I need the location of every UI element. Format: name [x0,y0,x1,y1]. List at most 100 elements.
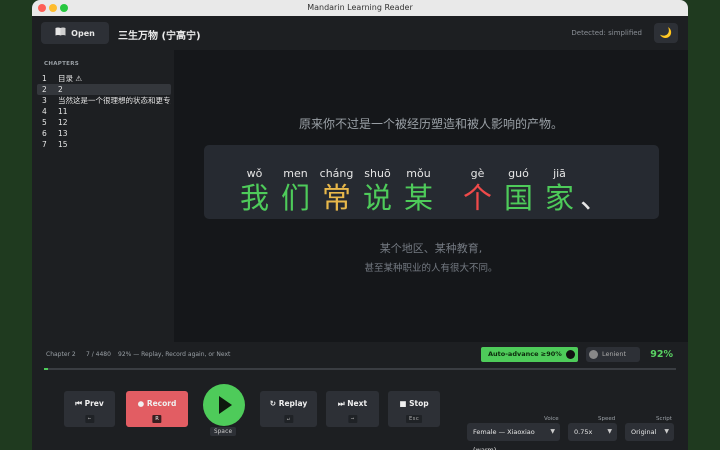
chapters-heading: CHAPTERS [44,61,80,67]
pinyin: mǒu [406,167,431,180]
lenient-knob [589,350,598,359]
next-shortcut: → [347,415,358,423]
record-button[interactable]: ● Record R [126,391,188,427]
status-chapter: Chapter 2 [46,351,76,358]
open-button-label: Open [71,28,95,38]
hanzi: 常 [321,181,351,215]
context-after-1: 某个地区、某种教育, [379,242,483,255]
chapter-number: 4 [42,107,47,116]
chapter-title: 当然这是一个很理想的状态和更专业 [58,96,171,105]
pinyin: cháng [319,167,354,180]
stop-shortcut: Esc [406,415,422,423]
chapter-title: 11 [58,107,68,116]
chapter-number: 1 [42,74,47,83]
open-button[interactable]: Open [41,22,109,44]
chevron-down-icon: ▼ [607,428,612,435]
chapter-item[interactable]: 6 13 [37,128,171,139]
prev-icon: ⏮ [75,399,85,408]
play-button[interactable] [203,384,245,426]
auto-advance-knob [566,350,575,359]
reader-pane: 原来你不过是一个被经历塑造和被人影响的产物。 wǒ 我 men 们 cháng 常 shuō… [174,50,688,342]
prev-label: Prev [84,399,104,408]
auto-advance-toggle[interactable]: Auto-advance ≥90% [481,347,578,362]
chapter-title: 15 [58,140,68,149]
hanzi: 们 [280,181,310,215]
theme-toggle-button[interactable]: 🌙 [654,23,678,43]
voice-select[interactable]: Female — Xiaoxiao (warm) ▼ [467,423,560,450]
speed-value: 0.75x [574,428,593,436]
hanzi: 国 [503,181,533,215]
sentence-char[interactable]: 、 [580,167,609,215]
next-button[interactable]: ⏭ Next → [326,391,379,427]
chapter-item[interactable]: 3 当然这是一个很理想的状态和更专业 [37,95,171,106]
voice-label: Voice [544,416,559,422]
context-before: 原来你不过是一个被经历塑造和被人影响的产物。 [298,117,563,131]
hanzi: 说 [362,181,392,215]
play-icon [219,396,232,414]
chapter-item[interactable]: 22 [37,84,171,95]
hanzi: 、 [580,181,610,215]
chapter-item[interactable]: 5 12 [37,117,171,128]
hanzi: 个 [462,181,492,215]
detected-script-label: Detected: simplified [571,29,642,37]
sentence-char[interactable]: shuō 说 [357,167,398,215]
lenient-toggle[interactable]: Lenient [586,347,640,362]
chevron-down-icon: ▼ [664,428,669,435]
chapter-number: 2 [42,85,47,94]
speed-select[interactable]: 0.75x ▼ [568,423,617,441]
replay-button[interactable]: ↻ Replay ↵ [260,391,317,427]
hanzi: 家 [544,181,574,215]
score-percent: 92% [650,349,673,360]
sentence-char[interactable]: men 们 [275,167,316,215]
current-sentence-card: wǒ 我 men 们 cháng 常 shuō 说 mǒu 某 gè 个 guó 国 jiā 家、 [204,145,659,219]
controls-panel: ⏮ Prev ← ● Record R Space ↻ Replay ↵ ⏭ N… [32,372,688,450]
sentence-char[interactable]: wǒ 我 [234,167,275,215]
chapter-item[interactable]: 1 目录 ⚠ [37,73,171,84]
app-window: Mandarin Learning Reader Open 三生万物 (宁高宁)… [32,0,688,450]
chapter-number: 5 [42,118,47,127]
pinyin: gè [470,167,485,180]
chapter-title: 2 [58,85,63,94]
prev-shortcut: ← [84,415,95,423]
next-icon: ⏭ [337,399,348,408]
sentence-char[interactable]: mǒu 某 [398,167,439,215]
minimize-window-button[interactable] [49,4,57,12]
moon-icon: 🌙 [659,27,673,39]
stop-button[interactable]: ■ Stop Esc [388,391,440,427]
zoom-window-button[interactable] [60,4,68,12]
sentence-char[interactable]: gè 个 [457,167,498,215]
sentence-char[interactable]: guó 国 [498,167,539,215]
title-bar: Mandarin Learning Reader [32,0,688,16]
record-icon: ● [137,399,147,408]
replay-icon: ↻ [269,399,279,408]
chevron-down-icon: ▼ [550,428,555,435]
replay-label: Replay [278,399,308,408]
sentence-char [439,167,457,207]
script-label: Script [656,416,672,422]
chapter-number: 3 [42,96,47,105]
book-icon [55,27,66,39]
speed-label: Speed [598,416,616,422]
record-shortcut: R [152,415,162,423]
auto-advance-label: Auto-advance ≥90% [488,350,562,358]
status-position: 7 / 4480 [86,351,111,358]
script-select[interactable]: Original ▼ [625,423,674,441]
pinyin: wǒ [246,167,263,180]
context-after-2: 甚至某种职业的人有很大不同。 [364,263,498,274]
chapters-sidebar: CHAPTERS 1 目录 ⚠ 2 2 3 当然这是一个很理想的状态和更专业 4 11 5 12 6… [32,50,174,342]
script-value: Original [631,428,657,436]
status-bar: Chapter 2 7 / 4480 92% — Replay, Record … [32,342,688,366]
close-window-button[interactable] [38,4,46,12]
sentence-char[interactable]: jiā 家 [539,167,580,215]
chapter-title: 13 [58,129,68,138]
stop-label: Stop [409,399,429,408]
chapter-title: 目录 ⚠ [58,74,83,83]
chapter-number: 6 [42,129,47,138]
chapter-item[interactable]: 4 11 [37,106,171,117]
chapter-item[interactable]: 7 15 [37,139,171,150]
replay-shortcut: ↵ [283,415,294,423]
sentence-char[interactable]: cháng 常 [316,167,357,215]
pinyin: guó [508,167,529,180]
prev-button[interactable]: ⏮ Prev ← [64,391,115,427]
progress-bar [44,368,676,370]
